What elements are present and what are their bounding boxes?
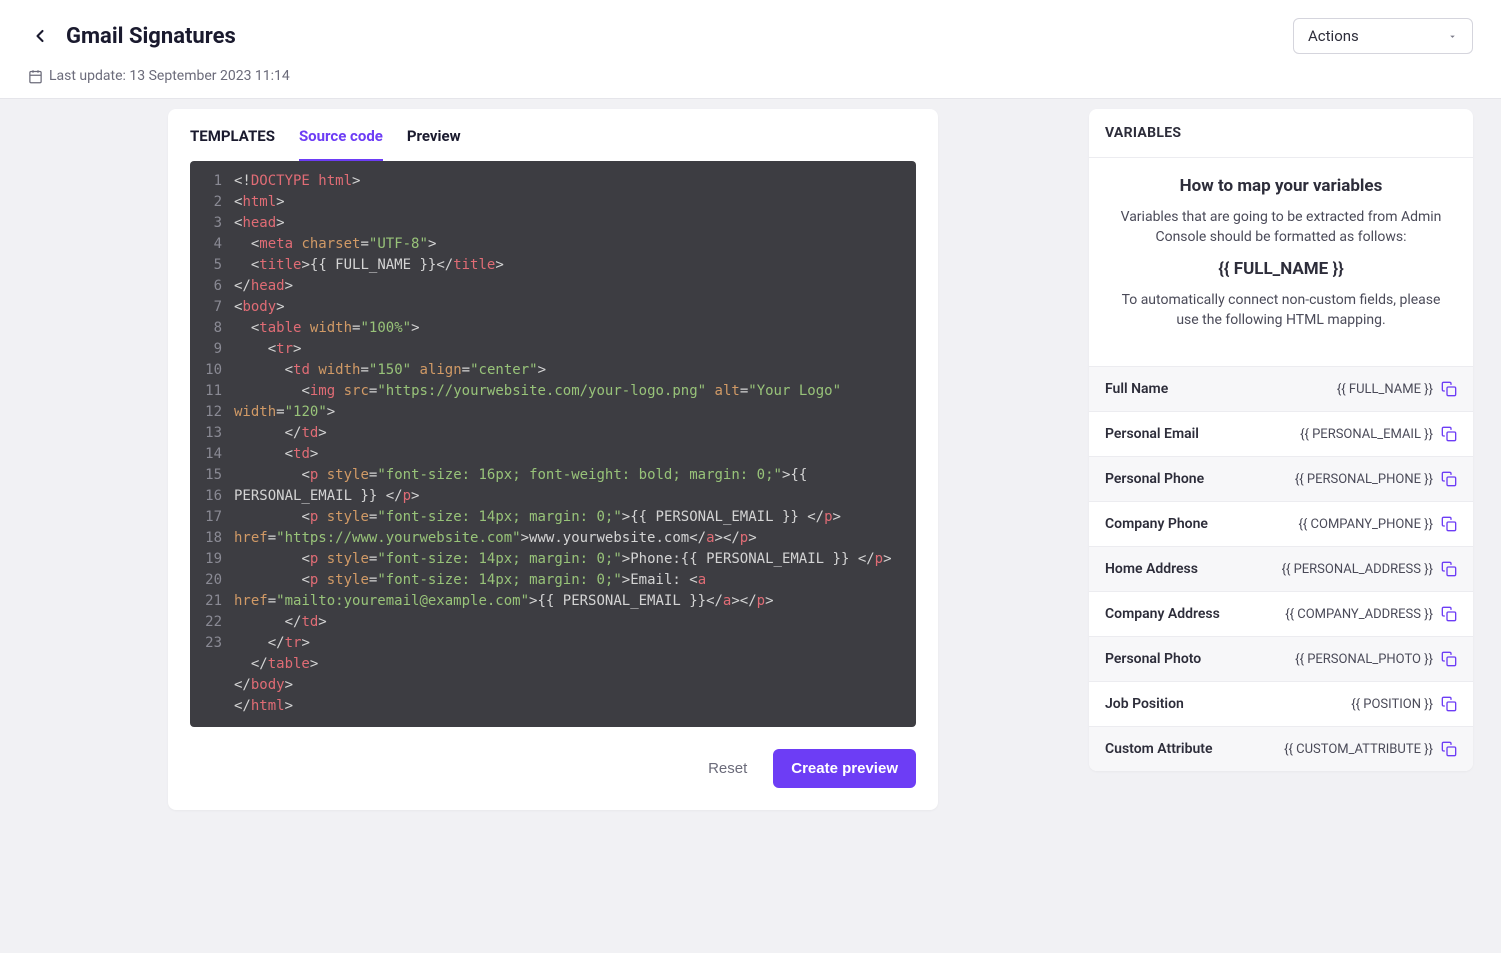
- last-update: Last update: 13 September 2023 11:14: [28, 68, 1473, 84]
- copy-icon[interactable]: [1441, 606, 1457, 622]
- actions-dropdown[interactable]: Actions: [1293, 18, 1473, 54]
- variable-row: Company Phone {{ COMPANY_PHONE }}: [1089, 501, 1473, 546]
- variables-panel: VARIABLES How to map your variables Vari…: [1089, 109, 1473, 771]
- variable-label: Personal Email: [1105, 426, 1199, 442]
- variable-token: {{ PERSONAL_PHOTO }}: [1295, 652, 1433, 667]
- variable-row: Company Address {{ COMPANY_ADDRESS }}: [1089, 591, 1473, 636]
- variable-label: Custom Attribute: [1105, 741, 1213, 757]
- variable-row: Custom Attribute {{ CUSTOM_ATTRIBUTE }}: [1089, 726, 1473, 771]
- variable-token: {{ PERSONAL_EMAIL }}: [1300, 427, 1433, 442]
- variable-label: Personal Photo: [1105, 651, 1201, 667]
- back-button[interactable]: [28, 24, 52, 48]
- variable-row: Personal Email {{ PERSONAL_EMAIL }}: [1089, 411, 1473, 456]
- copy-icon[interactable]: [1441, 426, 1457, 442]
- variable-token: {{ FULL_NAME }}: [1337, 382, 1433, 397]
- variables-example: {{ FULL_NAME }}: [1111, 259, 1451, 279]
- actions-label: Actions: [1308, 27, 1359, 45]
- variable-token: {{ POSITION }}: [1351, 697, 1433, 712]
- variables-desc2: To automatically connect non-custom fiel…: [1111, 291, 1451, 330]
- tab-source-code[interactable]: Source code: [299, 127, 383, 161]
- copy-icon[interactable]: [1441, 516, 1457, 532]
- tabs: TEMPLATES Source code Preview: [168, 109, 938, 161]
- last-update-text: Last update: 13 September 2023 11:14: [49, 68, 290, 84]
- variable-row: Job Position {{ POSITION }}: [1089, 681, 1473, 726]
- copy-icon[interactable]: [1441, 696, 1457, 712]
- tab-templates[interactable]: TEMPLATES: [190, 127, 275, 161]
- variable-label: Personal Phone: [1105, 471, 1204, 487]
- caret-down-icon: [1447, 31, 1458, 42]
- variable-row: Full Name {{ FULL_NAME }}: [1089, 366, 1473, 411]
- editor-card: TEMPLATES Source code Preview 1<!DOCTYPE…: [168, 109, 938, 810]
- variables-header: VARIABLES: [1089, 109, 1473, 158]
- variables-heading: How to map your variables: [1111, 176, 1451, 196]
- copy-icon[interactable]: [1441, 561, 1457, 577]
- variable-token: {{ COMPANY_PHONE }}: [1299, 517, 1433, 532]
- copy-icon[interactable]: [1441, 651, 1457, 667]
- variable-label: Company Phone: [1105, 516, 1208, 532]
- variable-token: {{ PERSONAL_PHONE }}: [1295, 472, 1433, 487]
- variable-token: {{ COMPANY_ADDRESS }}: [1285, 607, 1433, 622]
- code-editor[interactable]: 1<!DOCTYPE html> 2<html> 3<head> 4 <meta…: [190, 161, 916, 727]
- copy-icon[interactable]: [1441, 471, 1457, 487]
- tab-preview[interactable]: Preview: [407, 127, 461, 161]
- page-title: Gmail Signatures: [66, 24, 236, 49]
- calendar-icon: [28, 69, 43, 84]
- variable-token: {{ PERSONAL_ADDRESS }}: [1282, 562, 1433, 577]
- variable-label: Job Position: [1105, 696, 1184, 712]
- page-header: Gmail Signatures Actions Last update: 13…: [0, 0, 1501, 99]
- chevron-left-icon: [30, 26, 50, 46]
- copy-icon[interactable]: [1441, 381, 1457, 397]
- variable-label: Home Address: [1105, 561, 1198, 577]
- variable-row: Home Address {{ PERSONAL_ADDRESS }}: [1089, 546, 1473, 591]
- variable-label: Full Name: [1105, 381, 1168, 397]
- reset-button[interactable]: Reset: [694, 749, 761, 788]
- variable-row: Personal Phone {{ PERSONAL_PHONE }}: [1089, 456, 1473, 501]
- variable-label: Company Address: [1105, 606, 1220, 622]
- create-preview-button[interactable]: Create preview: [773, 749, 916, 788]
- variables-list: Full Name {{ FULL_NAME }} Personal Email {{…: [1089, 366, 1473, 771]
- variable-token: {{ CUSTOM_ATTRIBUTE }}: [1284, 742, 1433, 757]
- copy-icon[interactable]: [1441, 741, 1457, 757]
- variable-row: Personal Photo {{ PERSONAL_PHOTO }}: [1089, 636, 1473, 681]
- variables-desc1: Variables that are going to be extracted…: [1111, 208, 1451, 247]
